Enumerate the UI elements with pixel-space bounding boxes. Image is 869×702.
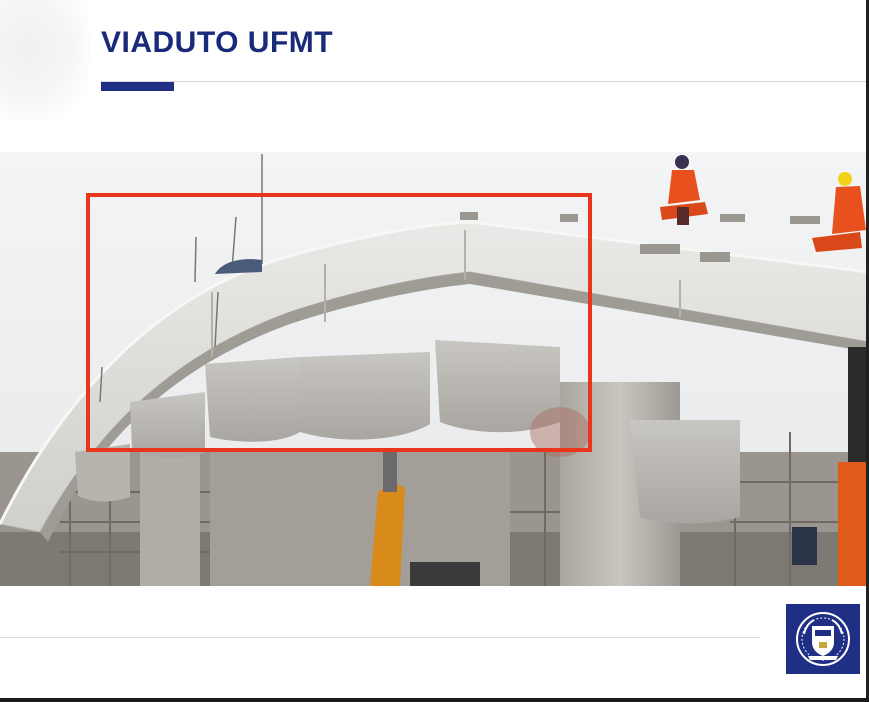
slide-border-bottom bbox=[0, 698, 869, 702]
footer-divider bbox=[0, 637, 760, 638]
university-coat-of-arms-icon bbox=[786, 604, 860, 674]
title-divider bbox=[101, 81, 869, 82]
corner-texture bbox=[0, 0, 90, 120]
slide: VIADUTO UFMT bbox=[0, 0, 869, 702]
slide-title: VIADUTO UFMT bbox=[101, 26, 334, 59]
barrel bbox=[792, 527, 817, 565]
corbel-5 bbox=[630, 420, 740, 524]
highlight-box bbox=[86, 193, 592, 452]
title-accent-bar bbox=[101, 82, 174, 91]
